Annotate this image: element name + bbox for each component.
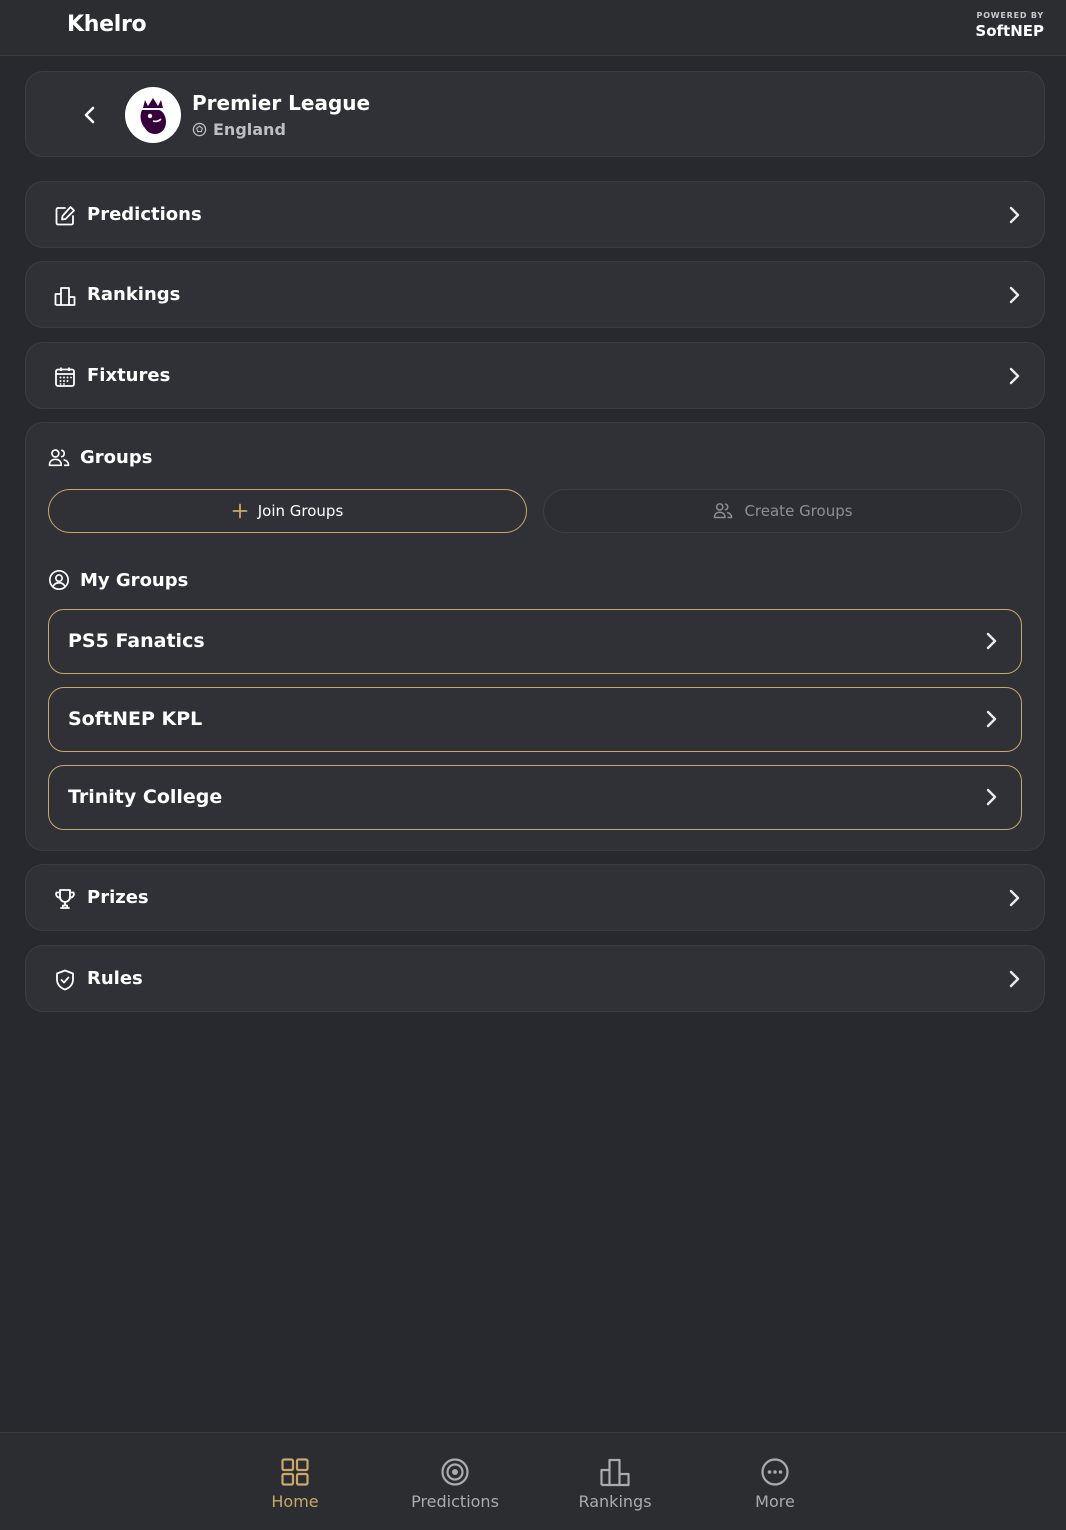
league-country: England — [192, 120, 286, 139]
nav-tab-label: Rankings — [578, 1492, 652, 1511]
group-item-trinity-college[interactable]: Trinity College — [48, 765, 1022, 830]
group-name: Trinity College — [68, 786, 223, 808]
user-circle-icon — [49, 570, 69, 590]
chevron-right-icon — [1002, 967, 1026, 991]
groups-title: Groups — [80, 447, 153, 468]
chevron-right-icon — [1002, 364, 1026, 388]
bar-podium-icon — [598, 1455, 632, 1489]
nav-tab-label: More — [755, 1492, 795, 1511]
chevron-right-icon — [979, 629, 1003, 653]
menu-row-rules[interactable]: Rules — [25, 945, 1045, 1012]
group-item-softnep-kpl[interactable]: SoftNEP KPL — [48, 687, 1022, 752]
league-country-label: England — [213, 120, 286, 139]
bar-podium-icon — [52, 283, 78, 309]
chevron-right-icon — [979, 707, 1003, 731]
plus-icon — [232, 503, 248, 519]
menu-row-rankings[interactable]: Rankings — [25, 261, 1045, 328]
edit-square-icon — [52, 203, 78, 229]
my-groups-title: My Groups — [80, 569, 189, 591]
premier-league-lion-icon — [140, 98, 166, 134]
nav-tab-home[interactable]: Home — [225, 1455, 365, 1511]
menu-row-prizes[interactable]: Prizes — [25, 864, 1045, 931]
trophy-icon — [52, 886, 78, 912]
group-name: PS5 Fanatics — [68, 630, 205, 652]
league-title: Premier League — [192, 91, 371, 115]
calendar-icon — [52, 364, 78, 390]
my-groups-header: My Groups — [48, 569, 188, 591]
grid-icon — [278, 1455, 312, 1489]
chevron-left-icon — [84, 106, 95, 124]
nav-tab-label: Home — [271, 1492, 319, 1511]
nav-tab-predictions[interactable]: Predictions — [385, 1455, 525, 1511]
bottom-navigation: Home Predictions Rankings More — [0, 1432, 1066, 1530]
join-groups-button[interactable]: Join Groups — [48, 489, 527, 533]
football-icon — [192, 122, 207, 137]
users-icon — [714, 503, 733, 519]
powered-by-label: POWERED BY — [976, 11, 1044, 20]
menu-label-predictions: Predictions — [87, 204, 202, 225]
league-crest — [125, 87, 181, 143]
chevron-right-icon — [1002, 886, 1026, 910]
menu-label-rankings: Rankings — [87, 284, 181, 305]
chevron-right-icon — [1002, 283, 1026, 307]
groups-header: Groups — [48, 447, 152, 468]
menu-label-fixtures: Fixtures — [87, 365, 171, 386]
target-icon — [438, 1455, 472, 1489]
nav-tab-label: Predictions — [411, 1492, 499, 1511]
menu-row-predictions[interactable]: Predictions — [25, 181, 1045, 248]
back-button[interactable] — [74, 100, 106, 130]
groups-card: Groups Join Groups Create Groups My Grou… — [25, 422, 1045, 851]
powered-by-brand: SoftNEP — [975, 22, 1044, 40]
shield-check-icon — [52, 967, 78, 993]
create-groups-button[interactable]: Create Groups — [543, 489, 1022, 533]
create-groups-label: Create Groups — [744, 502, 853, 520]
group-name: SoftNEP KPL — [68, 708, 203, 730]
more-dots-icon — [758, 1455, 792, 1489]
league-header-card: Premier League England — [25, 71, 1045, 157]
chevron-right-icon — [979, 785, 1003, 809]
menu-row-fixtures[interactable]: Fixtures — [25, 342, 1045, 409]
group-item-ps5-fanatics[interactable]: PS5 Fanatics — [48, 609, 1022, 674]
app-brand-logo[interactable]: Khelro — [67, 12, 147, 37]
powered-by-badge: POWERED BY SoftNEP — [975, 12, 1044, 39]
chevron-right-icon — [1002, 203, 1026, 227]
nav-tab-rankings[interactable]: Rankings — [545, 1455, 685, 1511]
nav-tab-more[interactable]: More — [705, 1455, 845, 1511]
users-icon — [48, 448, 70, 466]
menu-label-rules: Rules — [87, 968, 143, 989]
menu-label-prizes: Prizes — [87, 887, 149, 908]
join-groups-label: Join Groups — [257, 502, 344, 520]
top-app-bar: Khelro POWERED BY SoftNEP — [0, 0, 1066, 56]
